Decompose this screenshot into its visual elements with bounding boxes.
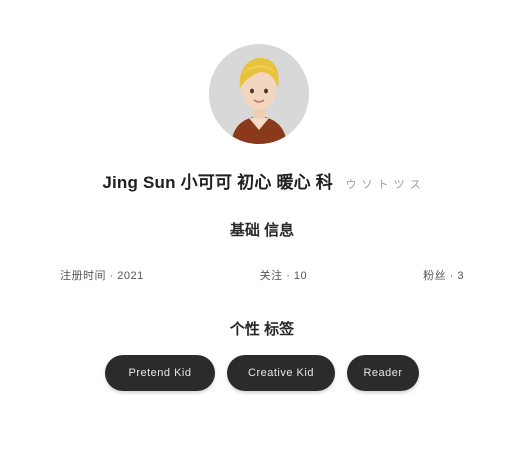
profile-name: Jing Sun 小可可 初心 暖心 科 [102,173,333,192]
profile-page: Jing Sun 小可可 初心 暖心 科 ウ ソ ト ツ ス 基础 信息 注册时… [0,0,524,452]
stats-row: 注册时间 · 2021 关注 · 10 粉丝 · 3 [50,256,474,294]
tag-pill-reader[interactable]: Reader [347,355,419,391]
user-avatar-icon [209,44,309,144]
stat-followers[interactable]: 粉丝 · 3 [413,261,474,289]
profile-name-row: Jing Sun 小可可 初心 暖心 科 ウ ソ ト ツ ス [0,168,524,193]
tag-pill-creative-kid[interactable]: Creative Kid [227,355,335,391]
stat-following[interactable]: 关注 · 10 [250,261,318,289]
avatar[interactable] [209,44,309,144]
profile-name-hint: ウ ソ ト ツ ス [345,179,422,191]
tag-pill-pretend-kid[interactable]: Pretend Kid [105,355,215,391]
stat-registered[interactable]: 注册时间 · 2021 [50,261,154,289]
tag-pill-row: Pretend Kid Creative Kid Reader [0,355,524,391]
info-section-title: 基础 信息 [229,222,295,239]
tags-section-title: 个性 标签 [229,321,295,338]
